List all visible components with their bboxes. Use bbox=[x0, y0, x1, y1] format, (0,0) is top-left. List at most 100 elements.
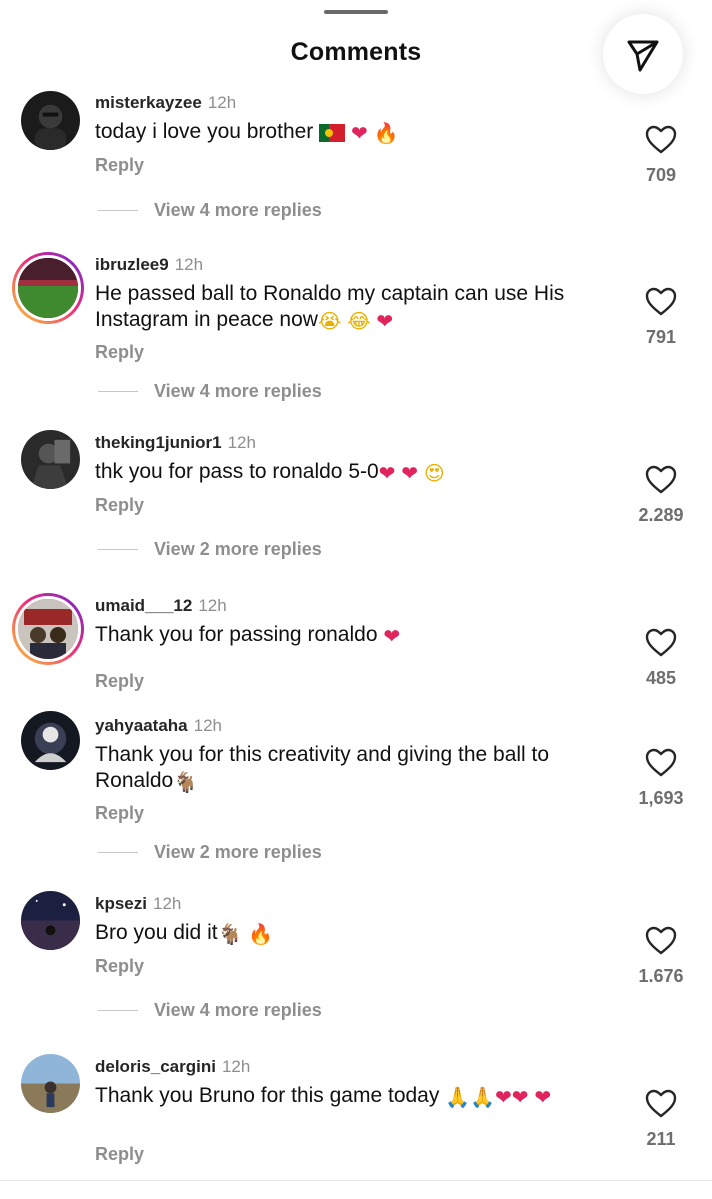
reply-button[interactable]: Reply bbox=[95, 342, 144, 363]
divider bbox=[98, 210, 138, 211]
like-count: 1.676 bbox=[638, 966, 684, 986]
timestamp: 12h bbox=[193, 716, 222, 735]
red-heart-emoji: ❤ bbox=[495, 1087, 512, 1109]
view-more-replies[interactable]: View 4 more replies bbox=[98, 200, 322, 221]
fire-emoji: 🔥 bbox=[373, 123, 399, 145]
heart-eyes-emoji: 😍 bbox=[423, 463, 445, 485]
send-paper-plane-icon bbox=[627, 40, 659, 72]
heart-outline-icon bbox=[645, 465, 677, 494]
like-count: 1,693 bbox=[638, 788, 684, 808]
view-more-replies[interactable]: View 4 more replies bbox=[98, 1000, 322, 1021]
avatar-story-ring[interactable] bbox=[12, 252, 84, 324]
heart-outline-icon bbox=[645, 287, 677, 316]
avatar-story-ring[interactable] bbox=[12, 593, 84, 665]
red-heart-emoji: ❤ bbox=[378, 463, 396, 485]
share-button[interactable] bbox=[603, 14, 683, 94]
red-heart-emoji: ❤ bbox=[534, 1087, 552, 1109]
divider bbox=[98, 1010, 138, 1011]
comment-text: Thank you Bruno for this game today bbox=[95, 1084, 440, 1107]
reply-button[interactable]: Reply bbox=[95, 1144, 144, 1165]
username[interactable]: umaid___12 bbox=[95, 596, 192, 615]
user-photo bbox=[18, 599, 78, 659]
view-more-label: View 4 more replies bbox=[154, 381, 322, 401]
portugal-flag-emoji bbox=[319, 124, 346, 144]
timestamp: 12h bbox=[207, 93, 237, 112]
timestamp: 12h bbox=[221, 1057, 251, 1076]
avatar[interactable] bbox=[21, 430, 80, 489]
view-more-replies[interactable]: View 2 more replies bbox=[98, 539, 322, 560]
view-more-label: View 2 more replies bbox=[154, 539, 322, 559]
like-count: 791 bbox=[645, 327, 677, 347]
username[interactable]: misterkayzee bbox=[95, 93, 202, 112]
red-heart-emoji: ❤ bbox=[401, 463, 419, 485]
view-more-replies[interactable]: View 2 more replies bbox=[98, 842, 322, 863]
avatar[interactable] bbox=[21, 711, 80, 770]
comment-text: thk you for pass to ronaldo 5-0 bbox=[95, 460, 379, 483]
drag-handle[interactable] bbox=[324, 10, 388, 14]
goat-emoji: 🐐 bbox=[173, 772, 199, 794]
like-count: 211 bbox=[646, 1129, 676, 1149]
reply-button[interactable]: Reply bbox=[95, 956, 144, 977]
username[interactable]: theking1junior1 bbox=[95, 433, 222, 452]
view-more-replies[interactable]: View 4 more replies bbox=[98, 381, 322, 402]
divider bbox=[98, 549, 138, 550]
heart-outline-icon bbox=[645, 125, 677, 154]
heart-outline-icon bbox=[645, 926, 677, 955]
like-count: 709 bbox=[645, 165, 677, 185]
username[interactable]: deloris_cargini bbox=[95, 1057, 216, 1076]
like-button[interactable]: 211 bbox=[632, 1089, 690, 1150]
comment-text: today i love you brother bbox=[95, 120, 314, 143]
timestamp: 12h bbox=[152, 894, 182, 913]
folded-hands-emoji: 🙏 bbox=[470, 1087, 496, 1109]
reply-button[interactable]: Reply bbox=[95, 671, 144, 692]
red-heart-emoji: ❤ bbox=[511, 1087, 529, 1109]
user-photo bbox=[21, 891, 80, 950]
reply-button[interactable]: Reply bbox=[95, 155, 144, 176]
avatar[interactable] bbox=[21, 91, 80, 150]
timestamp: 12h bbox=[174, 255, 204, 274]
divider bbox=[98, 391, 138, 392]
divider bbox=[98, 852, 138, 853]
user-photo bbox=[21, 1054, 80, 1113]
divider bbox=[0, 1180, 712, 1181]
avatar[interactable] bbox=[21, 1054, 80, 1113]
username[interactable]: kpsezi bbox=[95, 894, 147, 913]
like-button[interactable]: 791 bbox=[632, 287, 690, 348]
red-heart-emoji: ❤ bbox=[376, 311, 394, 333]
view-more-label: View 2 more replies bbox=[154, 842, 322, 862]
red-heart-emoji: ❤ bbox=[383, 626, 401, 648]
like-button[interactable]: 485 bbox=[632, 628, 690, 689]
username[interactable]: ibruzlee9 bbox=[95, 255, 169, 274]
avatar[interactable] bbox=[21, 891, 80, 950]
heart-outline-icon bbox=[645, 628, 677, 657]
username[interactable]: yahyaataha bbox=[95, 716, 188, 735]
reply-button[interactable]: Reply bbox=[95, 495, 144, 516]
comment-text: Thank you for passing ronaldo bbox=[95, 623, 378, 646]
comment-text: Thank you for this creativity and giving… bbox=[95, 743, 550, 792]
like-button[interactable]: 709 bbox=[632, 125, 690, 186]
reply-button[interactable]: Reply bbox=[95, 803, 144, 824]
view-more-label: View 4 more replies bbox=[154, 200, 322, 220]
fire-emoji: 🔥 bbox=[248, 924, 274, 946]
heart-outline-icon bbox=[645, 748, 677, 777]
user-photo bbox=[21, 430, 80, 489]
heart-outline-icon bbox=[645, 1089, 677, 1118]
view-more-label: View 4 more replies bbox=[154, 1000, 322, 1020]
like-button[interactable]: 1.676 bbox=[632, 926, 690, 987]
like-button[interactable]: 1,693 bbox=[632, 748, 690, 809]
like-button[interactable]: 2.289 bbox=[632, 465, 690, 526]
comment-text: Bro you did it bbox=[95, 921, 218, 944]
user-photo bbox=[21, 91, 80, 150]
folded-hands-emoji: 🙏 bbox=[445, 1087, 471, 1109]
tears-of-joy-emoji: 😂 bbox=[347, 311, 371, 333]
goat-emoji: 🐐 bbox=[217, 924, 243, 946]
comments-sheet: Comments misterkayzee 12h today i love yo… bbox=[0, 0, 712, 1199]
like-count: 2.289 bbox=[638, 505, 684, 525]
user-photo bbox=[18, 258, 78, 318]
like-count: 485 bbox=[645, 668, 677, 688]
timestamp: 12h bbox=[227, 433, 256, 452]
user-photo bbox=[21, 711, 80, 770]
timestamp: 12h bbox=[198, 596, 227, 615]
red-heart-emoji: ❤ bbox=[350, 123, 368, 145]
loudly-crying-face-emoji: 😭 bbox=[317, 311, 342, 333]
